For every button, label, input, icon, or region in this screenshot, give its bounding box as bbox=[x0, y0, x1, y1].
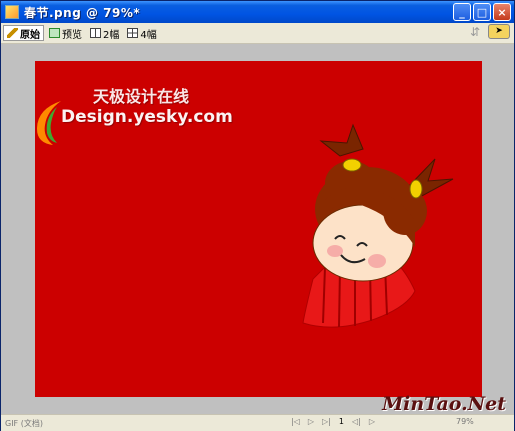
tab-preview-label: 预览 bbox=[62, 29, 82, 41]
document-window: 春节.png @ 79%* _ □ × 原始 预览 2幅 4幅 ⇵ ➤ 天极设计… bbox=[0, 0, 515, 431]
export-icon[interactable]: ⇵ bbox=[468, 25, 482, 39]
tab-2-up[interactable]: 2幅 bbox=[87, 25, 122, 41]
frame-number: 1 bbox=[338, 417, 344, 426]
minimize-button[interactable]: _ bbox=[453, 3, 471, 21]
maximize-button[interactable]: □ bbox=[473, 3, 491, 21]
last-frame-icon[interactable]: ▷| bbox=[322, 417, 331, 426]
yesky-logo-icon bbox=[37, 101, 61, 145]
four-up-icon bbox=[127, 28, 139, 38]
view-toolbar: 原始 预览 2幅 4幅 ⇵ ➤ bbox=[1, 23, 514, 44]
toolbar-right: ⇵ ➤ bbox=[468, 24, 510, 39]
pencil-icon bbox=[7, 28, 18, 38]
tab-2-up-label: 2幅 bbox=[103, 29, 120, 41]
play-icon[interactable]: ▷ bbox=[308, 417, 314, 426]
format-select[interactable]: GIF (文档) bbox=[5, 418, 43, 429]
close-button[interactable]: × bbox=[493, 3, 511, 21]
window-controls: _ □ × bbox=[453, 3, 511, 21]
tab-4-up[interactable]: 4幅 bbox=[124, 25, 159, 41]
two-up-icon bbox=[90, 28, 101, 38]
canvas-area[interactable]: 天极设计在线 Design.yesky.com bbox=[1, 44, 514, 414]
frame-navigation: |◁ ▷ ▷| 1 ◁| ▷ bbox=[291, 417, 375, 426]
next-frame-icon[interactable]: ▷ bbox=[369, 417, 375, 426]
left-pigtail bbox=[319, 123, 364, 157]
document-icon bbox=[5, 5, 19, 19]
window-title: 春节.png @ 79%* bbox=[24, 5, 141, 20]
preview-icon bbox=[49, 28, 60, 38]
left-hair-tie bbox=[342, 158, 362, 172]
brand-watermark: MinTao.Net bbox=[382, 393, 506, 415]
tab-original[interactable]: 原始 bbox=[3, 25, 44, 41]
quick-export-icon[interactable]: ➤ bbox=[488, 24, 510, 39]
watermark-chinese: 天极设计在线 bbox=[93, 87, 190, 106]
zoom-level[interactable]: 79% bbox=[456, 417, 474, 426]
tab-preview[interactable]: 预览 bbox=[46, 25, 85, 41]
tab-original-label: 原始 bbox=[20, 29, 40, 41]
status-bar: GIF (文档) |◁ ▷ ▷| 1 ◁| ▷ 79% bbox=[1, 414, 514, 431]
prev-frame-icon[interactable]: ◁| bbox=[352, 417, 361, 426]
watermark-url: Design.yesky.com bbox=[61, 107, 233, 127]
tab-4-up-label: 4幅 bbox=[140, 29, 157, 41]
first-frame-icon[interactable]: |◁ bbox=[291, 417, 300, 426]
title-bar[interactable]: 春节.png @ 79%* _ □ × bbox=[1, 1, 514, 23]
right-hair-tie bbox=[409, 179, 423, 199]
